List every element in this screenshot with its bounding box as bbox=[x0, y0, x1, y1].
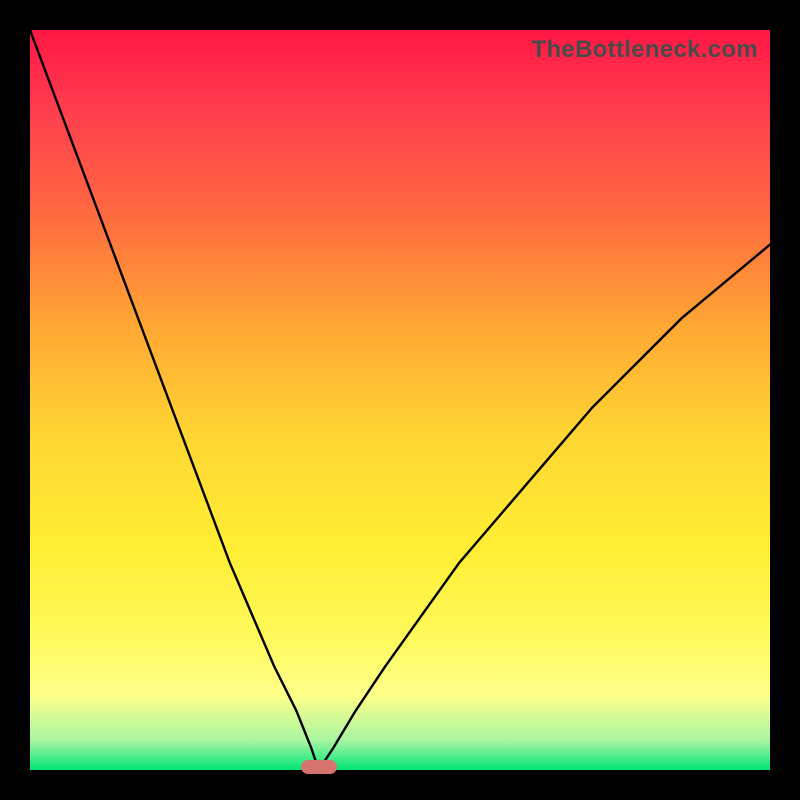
plot-area: TheBottleneck.com bbox=[30, 30, 770, 770]
bottleneck-curve bbox=[30, 30, 770, 770]
chart-frame: TheBottleneck.com bbox=[0, 0, 800, 800]
curve-path bbox=[30, 30, 770, 770]
minimum-marker bbox=[301, 760, 337, 774]
watermark-text: TheBottleneck.com bbox=[532, 36, 758, 64]
